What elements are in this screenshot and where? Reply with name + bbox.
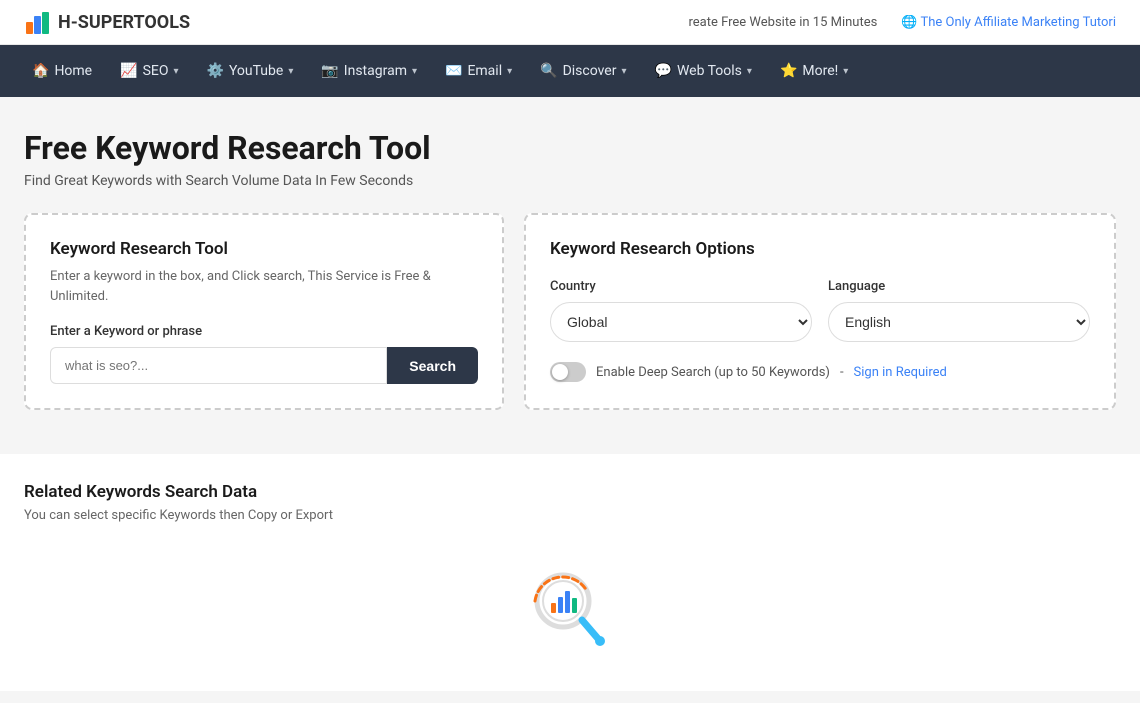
nav-item-seo[interactable]: 📈 SEO ▾ bbox=[108, 57, 190, 85]
announcement-link-1[interactable]: reate Free Website in 15 Minutes bbox=[688, 15, 877, 30]
options-card: Keyword Research Options Country Global … bbox=[524, 213, 1116, 410]
nav-item-email[interactable]: ✉️ Email ▾ bbox=[433, 57, 524, 85]
chevron-down-icon: ▾ bbox=[173, 66, 178, 77]
chevron-down-icon-7: ▾ bbox=[843, 66, 848, 77]
home-icon: 🏠 bbox=[32, 63, 49, 79]
country-label: Country bbox=[550, 279, 812, 294]
announcement-link-2[interactable]: 🌐 The Only Affiliate Marketing Tutori bbox=[901, 15, 1116, 30]
chevron-down-icon-4: ▾ bbox=[507, 66, 512, 77]
search-illustration-icon bbox=[525, 563, 615, 653]
seo-icon: 📈 bbox=[120, 63, 137, 79]
country-option-group: Country Global United States United King… bbox=[550, 279, 812, 342]
deep-search-label: Enable Deep Search (up to 50 Keywords) bbox=[596, 365, 830, 380]
webtools-icon: 💬 bbox=[655, 63, 672, 79]
chevron-down-icon-5: ▾ bbox=[621, 66, 626, 77]
keyword-search-input[interactable] bbox=[50, 347, 387, 384]
nav-label-more: More! bbox=[802, 63, 838, 79]
search-button[interactable]: Search bbox=[387, 347, 478, 384]
nav-item-discover[interactable]: 🔍 Discover ▾ bbox=[528, 57, 638, 85]
email-icon: ✉️ bbox=[445, 63, 462, 79]
country-select[interactable]: Global United States United Kingdom Cana… bbox=[550, 302, 812, 342]
page-title: Free Keyword Research Tool bbox=[24, 129, 1116, 167]
logo-icon bbox=[24, 8, 52, 36]
keyword-tool-card-title: Keyword Research Tool bbox=[50, 239, 478, 259]
discover-icon: 🔍 bbox=[540, 63, 557, 79]
options-card-title: Keyword Research Options bbox=[550, 239, 1090, 259]
related-keywords-desc: You can select specific Keywords then Co… bbox=[24, 508, 1116, 523]
logo-text: H-SUPERTOOLS bbox=[58, 12, 190, 33]
instagram-icon: 📷 bbox=[321, 63, 338, 79]
language-option-group: Language English Spanish French German P… bbox=[828, 279, 1090, 342]
related-keywords-title: Related Keywords Search Data bbox=[24, 482, 1116, 502]
related-keywords-section: Related Keywords Search Data You can sel… bbox=[0, 454, 1140, 691]
illustration bbox=[24, 553, 1116, 663]
nav-item-youtube[interactable]: ⚙️ YouTube ▾ bbox=[195, 57, 306, 85]
nav-label-seo: SEO bbox=[143, 63, 169, 79]
globe-icon: 🌐 bbox=[901, 15, 920, 30]
more-icon: ⭐ bbox=[780, 63, 797, 79]
chevron-down-icon-3: ▾ bbox=[412, 66, 417, 77]
navbar: 🏠 Home 📈 SEO ▾ ⚙️ YouTube ▾ 📷 Instagram … bbox=[0, 45, 1140, 97]
toggle-row: Enable Deep Search (up to 50 Keywords) -… bbox=[550, 362, 1090, 382]
cards-row: Keyword Research Tool Enter a keyword in… bbox=[24, 213, 1116, 410]
nav-label-youtube: YouTube bbox=[229, 63, 283, 79]
nav-label-email: Email bbox=[467, 63, 502, 79]
main-content: Free Keyword Research Tool Find Great Ke… bbox=[0, 97, 1140, 434]
chevron-down-icon-2: ▾ bbox=[288, 66, 293, 77]
youtube-icon: ⚙️ bbox=[207, 63, 224, 79]
nav-item-home[interactable]: 🏠 Home bbox=[20, 57, 104, 85]
keyword-tool-card: Keyword Research Tool Enter a keyword in… bbox=[24, 213, 504, 410]
language-select[interactable]: English Spanish French German Portuguese bbox=[828, 302, 1090, 342]
nav-item-more[interactable]: ⭐ More! ▾ bbox=[768, 57, 860, 85]
language-label: Language bbox=[828, 279, 1090, 294]
chevron-down-icon-6: ▾ bbox=[747, 66, 752, 77]
nav-label-instagram: Instagram bbox=[344, 63, 407, 79]
sign-in-link[interactable]: Sign in Required bbox=[854, 365, 947, 380]
announcement-bar: H-SUPERTOOLS reate Free Website in 15 Mi… bbox=[0, 0, 1140, 45]
deep-search-toggle[interactable] bbox=[550, 362, 586, 382]
keyword-tool-card-desc: Enter a keyword in the box, and Click se… bbox=[50, 267, 478, 306]
nav-item-instagram[interactable]: 📷 Instagram ▾ bbox=[309, 57, 429, 85]
nav-item-webtools[interactable]: 💬 Web Tools ▾ bbox=[643, 57, 764, 85]
page-subtitle: Find Great Keywords with Search Volume D… bbox=[24, 173, 1116, 189]
nav-label-home: Home bbox=[54, 63, 92, 79]
deep-search-separator: - bbox=[840, 365, 844, 380]
nav-label-webtools: Web Tools bbox=[677, 63, 742, 79]
nav-label-discover: Discover bbox=[563, 63, 617, 79]
logo[interactable]: H-SUPERTOOLS bbox=[24, 8, 190, 36]
search-row: Search bbox=[50, 347, 478, 384]
announcement-links: reate Free Website in 15 Minutes 🌐 The O… bbox=[688, 15, 1116, 30]
keyword-input-label: Enter a Keyword or phrase bbox=[50, 324, 478, 339]
options-row: Country Global United States United King… bbox=[550, 279, 1090, 342]
